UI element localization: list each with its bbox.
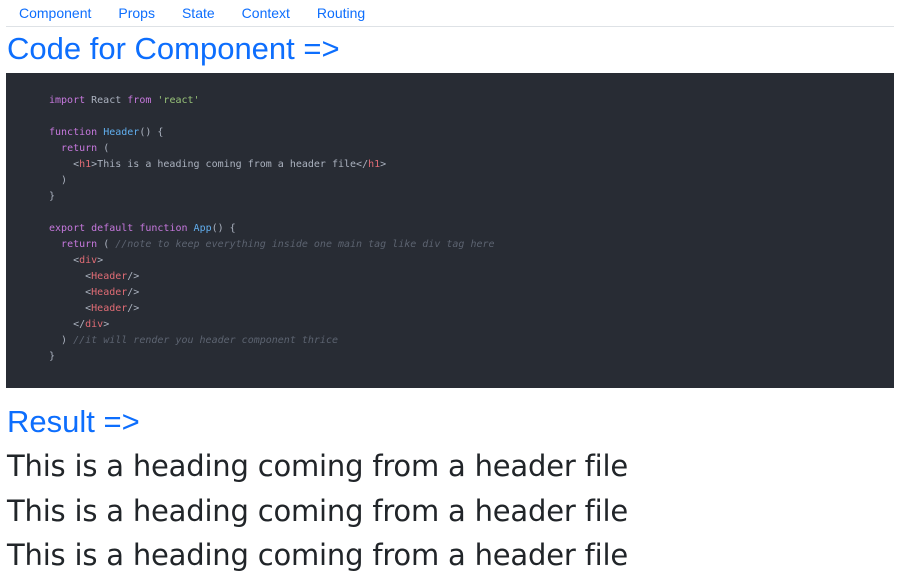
code-token: Header [103, 127, 140, 138]
code-token: //note to keep everything inside one mai… [115, 239, 495, 250]
code-token: ( [97, 143, 110, 154]
code-line: <Header/> [49, 285, 894, 301]
code-line: ) //it will render you header component … [49, 333, 894, 349]
code-token: Header [91, 271, 128, 282]
code-token: return [61, 239, 98, 250]
code-token: function [139, 223, 188, 234]
code-token: //it will render you header component th… [73, 335, 338, 346]
code-token: < [49, 303, 92, 314]
code-token: } [49, 191, 56, 202]
code-token: < [49, 287, 92, 298]
code-line: ) [49, 173, 894, 189]
code-token: Header [91, 287, 128, 298]
code-line: <h1>This is a heading coming from a head… [49, 157, 894, 173]
code-token: () { [211, 223, 236, 234]
code-token: > [103, 319, 110, 330]
tab-context[interactable]: Context [242, 0, 290, 26]
page: Component Props State Context Routing Co… [6, 0, 894, 572]
code-token: > [380, 159, 387, 170]
code-token: div [79, 255, 98, 266]
code-line: <Header/> [49, 269, 894, 285]
code-token: 'react' [157, 95, 200, 106]
code-token: () { [139, 127, 164, 138]
code-token: >This is a heading coming from a header … [91, 159, 369, 170]
tab-routing[interactable]: Routing [317, 0, 365, 26]
code-token: h1 [79, 159, 92, 170]
code-line: <div> [49, 253, 894, 269]
tab-state[interactable]: State [182, 0, 215, 26]
rendered-heading: This is a heading coming from a header f… [7, 494, 628, 528]
code-token: < [49, 159, 80, 170]
code-token: div [85, 319, 104, 330]
code-line: <Header/> [49, 301, 894, 317]
code-line: import React from 'react' [49, 93, 894, 109]
code-line: export default function App() { [49, 221, 894, 237]
code-line: return ( [49, 141, 894, 157]
code-line: } [49, 189, 894, 205]
code-line: } [49, 349, 894, 365]
code-token: import [49, 95, 86, 106]
code-block: import React from 'react' function Header… [6, 73, 894, 388]
code-token: return [61, 143, 98, 154]
rendered-heading: This is a heading coming from a header f… [7, 449, 628, 483]
code-token: < [49, 255, 80, 266]
code-token: function [49, 127, 98, 138]
code-token: ) [49, 335, 74, 346]
code-token: h1 [368, 159, 381, 170]
code-line: </div> [49, 317, 894, 333]
tab-component[interactable]: Component [19, 0, 91, 26]
code-token: /> [127, 271, 140, 282]
code-token: export [49, 223, 86, 234]
code-token: </ [49, 319, 86, 330]
code-token: /> [127, 287, 140, 298]
nav-tabs: Component Props State Context Routing [6, 0, 894, 27]
code-token: from [127, 95, 152, 106]
code-token: default [91, 223, 134, 234]
code-token: App [193, 223, 212, 234]
tab-props[interactable]: Props [118, 0, 155, 26]
code-line: function Header() { [49, 125, 894, 141]
component-code-heading: Code for Component => [7, 31, 340, 66]
code-token: } [49, 351, 56, 362]
code-token: ( [97, 239, 116, 250]
code-line: return ( //note to keep everything insid… [49, 237, 894, 253]
code-token: > [97, 255, 104, 266]
rendered-heading: This is a heading coming from a header f… [7, 538, 628, 572]
code-token: Header [91, 303, 128, 314]
code-token: ) [49, 175, 68, 186]
code-token: < [49, 271, 92, 282]
code-token: /> [127, 303, 140, 314]
code-token: React [85, 95, 128, 106]
result-heading: Result => [7, 404, 140, 439]
